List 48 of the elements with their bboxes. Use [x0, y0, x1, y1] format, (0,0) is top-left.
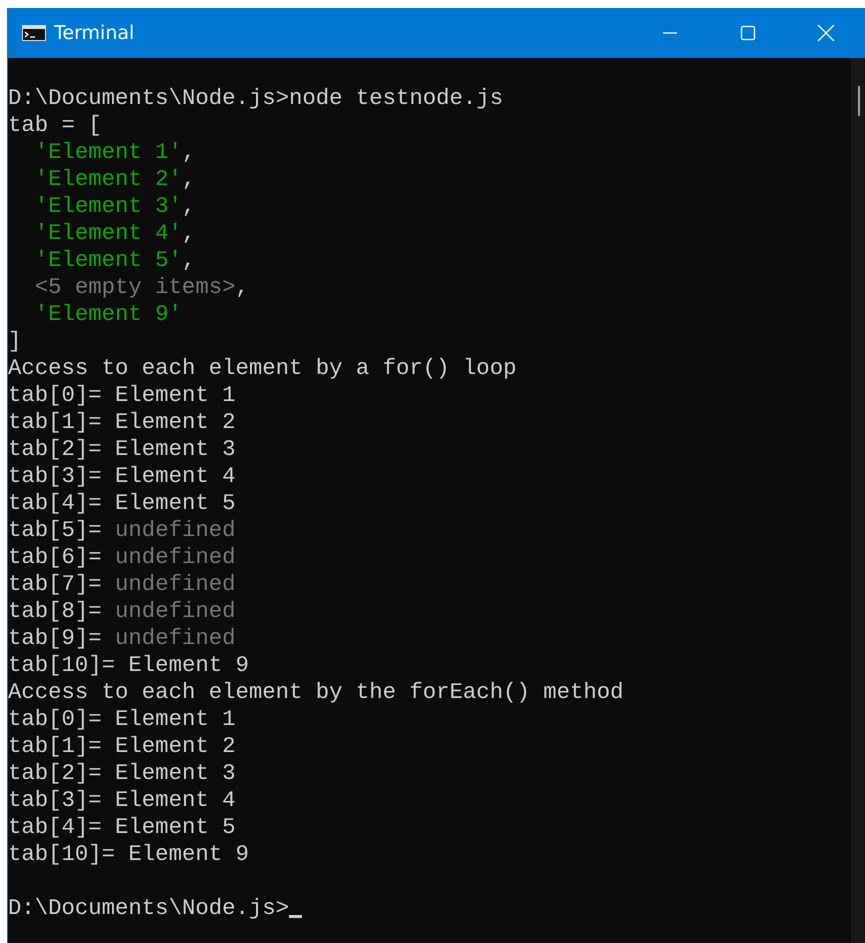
output-text: Access to each element by the forEach() method [8, 679, 624, 706]
output-text: tab[3]= Element 4 [8, 787, 236, 814]
output-text: D:\Documents\Node.js> [8, 895, 289, 922]
output-text: , [182, 193, 196, 220]
dim-output-text: <5 empty items> [34, 274, 236, 301]
output-text: tab[4]= Element 5 [8, 490, 236, 517]
output-text: tab[9]= [8, 625, 103, 652]
output-text: tab[6]= [8, 544, 103, 571]
output-text: tab[0]= Element 1 [8, 382, 236, 409]
dim-output-text: undefined [115, 517, 236, 544]
output-text: tab[2]= Element 3 [8, 436, 236, 463]
output-text: , [182, 220, 196, 247]
output-text: tab = [ [8, 112, 102, 139]
string-literal: 'Element 4' [34, 220, 182, 247]
output-text: tab[1]= Element 2 [8, 733, 236, 760]
output-text: D:\Documents\Node.js>node testnode.js [8, 85, 504, 112]
string-literal: 'Element 3' [34, 193, 182, 220]
string-literal: 'Element 5' [34, 247, 182, 274]
string-literal: 'Element 1' [34, 139, 182, 166]
console-icon [22, 25, 46, 41]
output-text: Access to each element by a for() loop [8, 355, 516, 382]
dim-output-text: undefined [115, 598, 236, 625]
string-literal: 'Element 9' [34, 301, 182, 328]
output-text: tab[1]= Element 2 [8, 409, 236, 436]
string-literal: 'Element 2' [34, 166, 182, 193]
output-text: tab[3]= Element 4 [8, 463, 236, 490]
output-text: ] [8, 328, 22, 355]
output-text: , [182, 166, 196, 193]
dim-output-text: undefined [115, 625, 236, 652]
output-text: tab[0]= Element 1 [8, 706, 236, 733]
output-text: tab[10]= Element 9 [8, 652, 249, 679]
output-text: , [182, 139, 196, 166]
close-icon [817, 24, 835, 42]
output-text: tab[10]= Element 9 [8, 841, 249, 868]
output-text: , [182, 247, 196, 274]
maximize-icon [740, 25, 756, 41]
output-text: tab[5]= [8, 517, 103, 544]
dim-output-text: undefined [115, 571, 236, 598]
output-text: tab[2]= Element 3 [8, 760, 236, 787]
output-text: tab[7]= [8, 571, 103, 598]
dim-output-text: undefined [115, 544, 236, 571]
window-title: Terminal [54, 22, 136, 44]
scrollbar[interactable] [851, 58, 865, 943]
text-cursor [289, 915, 302, 918]
minimize-icon [663, 32, 677, 34]
output-text: , [235, 274, 249, 301]
output-text: tab[4]= Element 5 [8, 814, 236, 841]
output-text: tab[8]= [8, 598, 103, 625]
